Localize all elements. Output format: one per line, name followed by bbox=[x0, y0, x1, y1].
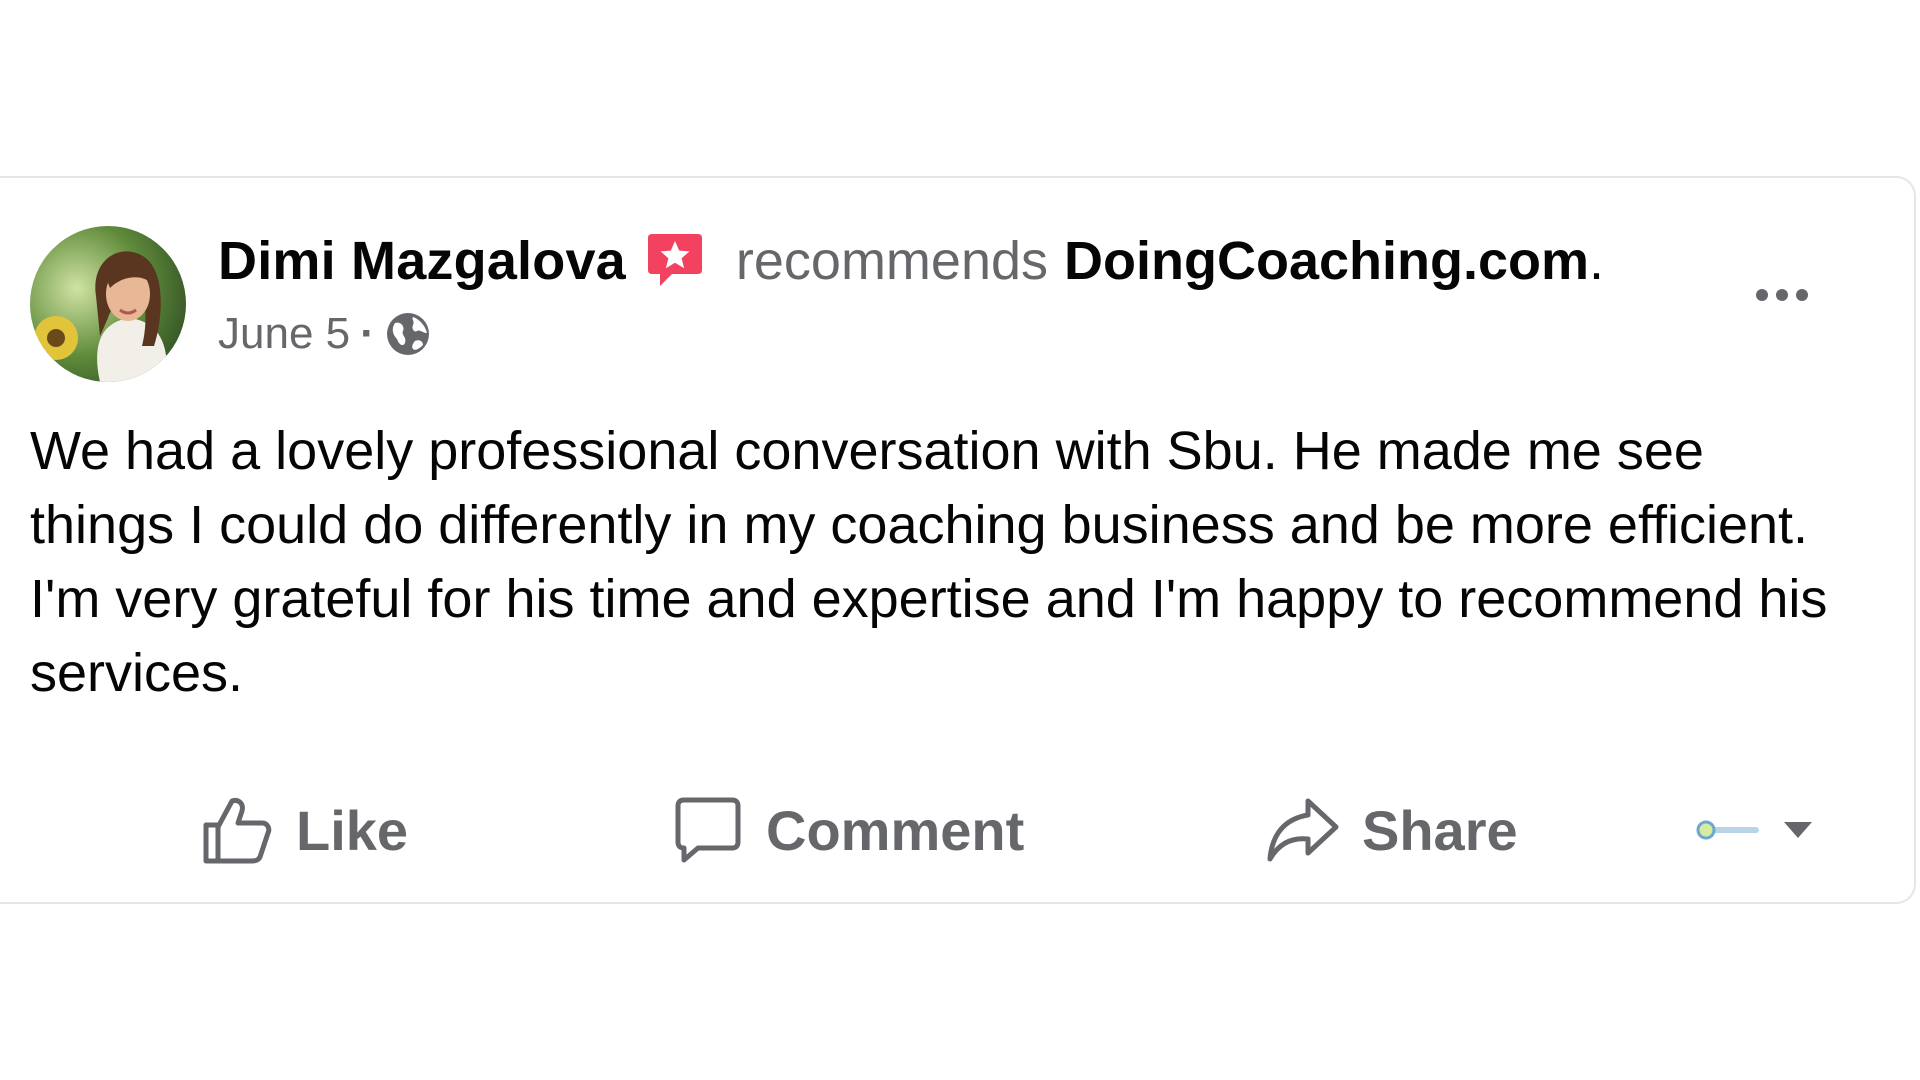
avatar-image bbox=[30, 226, 186, 382]
meta-separator: · bbox=[360, 309, 375, 358]
page-background: Dimi Mazgalova recommends DoingCoaching.… bbox=[0, 0, 1920, 1080]
comment-label: Comment bbox=[766, 798, 1025, 862]
recommends-text: recommends bbox=[735, 231, 1049, 291]
share-button[interactable]: Share bbox=[1266, 780, 1518, 880]
like-label: Like bbox=[296, 798, 409, 862]
author-name-link[interactable]: Dimi Mazgalova bbox=[218, 230, 626, 292]
like-button[interactable]: Like bbox=[200, 780, 408, 880]
recommend-star-icon bbox=[644, 230, 706, 292]
avatar[interactable] bbox=[30, 226, 186, 382]
more-dot bbox=[1756, 289, 1768, 301]
comment-bubble-icon bbox=[672, 794, 744, 866]
more-dot bbox=[1776, 289, 1788, 301]
globe-icon[interactable] bbox=[383, 309, 433, 359]
audience-selector-icon[interactable] bbox=[1694, 780, 1824, 880]
page-name-suffix: . bbox=[1589, 231, 1605, 291]
post-meta: June 5 · bbox=[218, 306, 433, 362]
page-name-link[interactable]: DoingCoaching.com bbox=[1064, 230, 1589, 292]
post-actions-bar: Like Comment Share bbox=[0, 780, 1920, 880]
share-arrow-icon bbox=[1266, 795, 1340, 865]
post-date-link[interactable]: June 5 bbox=[218, 309, 350, 359]
thumbs-up-icon bbox=[200, 793, 274, 867]
more-options-icon[interactable] bbox=[1732, 270, 1832, 320]
post-body-text: We had a lovely professional conversatio… bbox=[30, 421, 1828, 703]
comment-button[interactable]: Comment bbox=[672, 780, 1024, 880]
post-header: Dimi Mazgalova recommends DoingCoaching.… bbox=[218, 226, 1604, 296]
more-dot bbox=[1796, 289, 1808, 301]
share-label: Share bbox=[1362, 798, 1518, 862]
